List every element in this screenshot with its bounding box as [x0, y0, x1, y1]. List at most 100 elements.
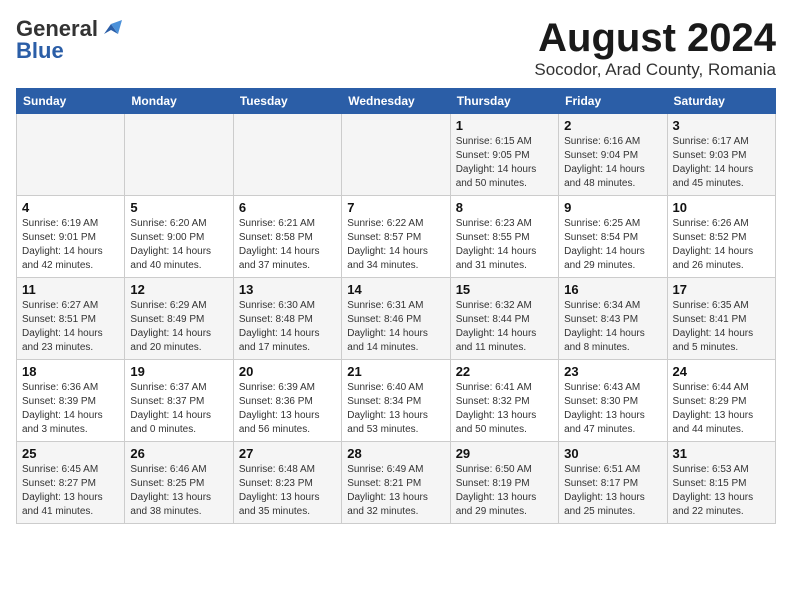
- day-info: Sunrise: 6:34 AM Sunset: 8:43 PM Dayligh…: [564, 299, 661, 355]
- day-cell: 26Sunrise: 6:46 AM Sunset: 8:25 PM Dayli…: [125, 442, 233, 524]
- day-number: 27: [239, 446, 336, 461]
- col-header-wednesday: Wednesday: [342, 89, 450, 114]
- day-info: Sunrise: 6:29 AM Sunset: 8:49 PM Dayligh…: [130, 299, 227, 355]
- day-info: Sunrise: 6:30 AM Sunset: 8:48 PM Dayligh…: [239, 299, 336, 355]
- day-cell: 16Sunrise: 6:34 AM Sunset: 8:43 PM Dayli…: [559, 278, 667, 360]
- day-info: Sunrise: 6:21 AM Sunset: 8:58 PM Dayligh…: [239, 217, 336, 273]
- col-header-sunday: Sunday: [17, 89, 125, 114]
- day-info: Sunrise: 6:17 AM Sunset: 9:03 PM Dayligh…: [673, 135, 770, 191]
- day-info: Sunrise: 6:16 AM Sunset: 9:04 PM Dayligh…: [564, 135, 661, 191]
- day-number: 25: [22, 446, 119, 461]
- day-cell: 13 Sunrise: 6:30 AM Sunset: 8:48 PM Dayli…: [233, 278, 341, 360]
- day-info: Sunrise: 6:26 AM Sunset: 8:52 PM Dayligh…: [673, 217, 770, 273]
- day-number: 30: [564, 446, 661, 461]
- day-number: 10: [673, 200, 770, 215]
- day-number: 17: [673, 282, 770, 297]
- day-info: Sunrise: 6:31 AM Sunset: 8:46 PM Dayligh…: [347, 299, 444, 355]
- day-number: 6: [239, 200, 336, 215]
- day-number: 24: [673, 364, 770, 379]
- day-cell: 2Sunrise: 6:16 AM Sunset: 9:04 PM Daylig…: [559, 114, 667, 196]
- day-cell: 8 Sunrise: 6:23 AM Sunset: 8:55 PM Daylig…: [450, 196, 558, 278]
- logo-blue: Blue: [16, 38, 64, 64]
- day-cell: 22Sunrise: 6:41 AM Sunset: 8:32 PM Dayli…: [450, 360, 558, 442]
- week-row-4: 18Sunrise: 6:36 AM Sunset: 8:39 PM Dayli…: [17, 360, 776, 442]
- day-info: Sunrise: 6:19 AM Sunset: 9:01 PM Dayligh…: [22, 217, 119, 273]
- day-info: Sunrise: 6:45 AM Sunset: 8:27 PM Dayligh…: [22, 463, 119, 519]
- day-cell: 11 Sunrise: 6:27 AM Sunset: 8:51 PM Dayli…: [17, 278, 125, 360]
- day-info: Sunrise: 6:51 AM Sunset: 8:17 PM Dayligh…: [564, 463, 661, 519]
- main-title: August 2024: [534, 16, 776, 60]
- day-cell: 30 Sunrise: 6:51 AM Sunset: 8:17 PM Dayli…: [559, 442, 667, 524]
- day-cell: 5 Sunrise: 6:20 AM Sunset: 9:00 PM Daylig…: [125, 196, 233, 278]
- day-info: Sunrise: 6:25 AM Sunset: 8:54 PM Dayligh…: [564, 217, 661, 273]
- day-cell: 1 Sunrise: 6:15 AM Sunset: 9:05 PM Daylig…: [450, 114, 558, 196]
- day-number: 11: [22, 282, 119, 297]
- title-area: August 2024 Socodor, Arad County, Romani…: [534, 16, 776, 80]
- day-info: Sunrise: 6:49 AM Sunset: 8:21 PM Dayligh…: [347, 463, 444, 519]
- day-cell: [17, 114, 125, 196]
- day-info: Sunrise: 6:44 AM Sunset: 8:29 PM Dayligh…: [673, 381, 770, 437]
- col-header-friday: Friday: [559, 89, 667, 114]
- day-number: 12: [130, 282, 227, 297]
- day-cell: 6 Sunrise: 6:21 AM Sunset: 8:58 PM Daylig…: [233, 196, 341, 278]
- day-info: Sunrise: 6:22 AM Sunset: 8:57 PM Dayligh…: [347, 217, 444, 273]
- logo-bird-icon: [100, 20, 122, 38]
- day-info: Sunrise: 6:53 AM Sunset: 8:15 PM Dayligh…: [673, 463, 770, 519]
- day-cell: 12 Sunrise: 6:29 AM Sunset: 8:49 PM Dayli…: [125, 278, 233, 360]
- day-info: Sunrise: 6:43 AM Sunset: 8:30 PM Dayligh…: [564, 381, 661, 437]
- day-info: Sunrise: 6:27 AM Sunset: 8:51 PM Dayligh…: [22, 299, 119, 355]
- day-number: 15: [456, 282, 553, 297]
- day-number: 26: [130, 446, 227, 461]
- day-cell: 9Sunrise: 6:25 AM Sunset: 8:54 PM Daylig…: [559, 196, 667, 278]
- week-row-5: 25 Sunrise: 6:45 AM Sunset: 8:27 PM Dayli…: [17, 442, 776, 524]
- subtitle: Socodor, Arad County, Romania: [534, 60, 776, 80]
- day-number: 8: [456, 200, 553, 215]
- day-number: 29: [456, 446, 553, 461]
- day-number: 5: [130, 200, 227, 215]
- day-info: Sunrise: 6:48 AM Sunset: 8:23 PM Dayligh…: [239, 463, 336, 519]
- day-number: 18: [22, 364, 119, 379]
- day-info: Sunrise: 6:50 AM Sunset: 8:19 PM Dayligh…: [456, 463, 553, 519]
- day-cell: 3 Sunrise: 6:17 AM Sunset: 9:03 PM Daylig…: [667, 114, 775, 196]
- week-row-2: 4Sunrise: 6:19 AM Sunset: 9:01 PM Daylig…: [17, 196, 776, 278]
- col-header-tuesday: Tuesday: [233, 89, 341, 114]
- day-cell: 20Sunrise: 6:39 AM Sunset: 8:36 PM Dayli…: [233, 360, 341, 442]
- col-header-thursday: Thursday: [450, 89, 558, 114]
- week-row-1: 1 Sunrise: 6:15 AM Sunset: 9:05 PM Daylig…: [17, 114, 776, 196]
- day-info: Sunrise: 6:41 AM Sunset: 8:32 PM Dayligh…: [456, 381, 553, 437]
- day-number: 19: [130, 364, 227, 379]
- day-number: 20: [239, 364, 336, 379]
- day-cell: 14 Sunrise: 6:31 AM Sunset: 8:46 PM Dayli…: [342, 278, 450, 360]
- day-number: 1: [456, 118, 553, 133]
- col-header-saturday: Saturday: [667, 89, 775, 114]
- week-row-3: 11 Sunrise: 6:27 AM Sunset: 8:51 PM Dayli…: [17, 278, 776, 360]
- day-cell: 27 Sunrise: 6:48 AM Sunset: 8:23 PM Dayli…: [233, 442, 341, 524]
- day-cell: 21Sunrise: 6:40 AM Sunset: 8:34 PM Dayli…: [342, 360, 450, 442]
- day-number: 23: [564, 364, 661, 379]
- logo: General Blue: [16, 16, 122, 64]
- day-number: 7: [347, 200, 444, 215]
- calendar-header-row: SundayMondayTuesdayWednesdayThursdayFrid…: [17, 89, 776, 114]
- day-info: Sunrise: 6:23 AM Sunset: 8:55 PM Dayligh…: [456, 217, 553, 273]
- day-cell: 23 Sunrise: 6:43 AM Sunset: 8:30 PM Dayli…: [559, 360, 667, 442]
- day-cell: 7 Sunrise: 6:22 AM Sunset: 8:57 PM Daylig…: [342, 196, 450, 278]
- day-cell: 15 Sunrise: 6:32 AM Sunset: 8:44 PM Dayli…: [450, 278, 558, 360]
- day-cell: [233, 114, 341, 196]
- day-cell: 19 Sunrise: 6:37 AM Sunset: 8:37 PM Dayli…: [125, 360, 233, 442]
- day-cell: 10 Sunrise: 6:26 AM Sunset: 8:52 PM Dayli…: [667, 196, 775, 278]
- day-number: 3: [673, 118, 770, 133]
- day-info: Sunrise: 6:20 AM Sunset: 9:00 PM Dayligh…: [130, 217, 227, 273]
- day-cell: 17Sunrise: 6:35 AM Sunset: 8:41 PM Dayli…: [667, 278, 775, 360]
- day-cell: 4Sunrise: 6:19 AM Sunset: 9:01 PM Daylig…: [17, 196, 125, 278]
- day-number: 31: [673, 446, 770, 461]
- day-number: 13: [239, 282, 336, 297]
- day-info: Sunrise: 6:32 AM Sunset: 8:44 PM Dayligh…: [456, 299, 553, 355]
- day-cell: 18Sunrise: 6:36 AM Sunset: 8:39 PM Dayli…: [17, 360, 125, 442]
- day-number: 14: [347, 282, 444, 297]
- day-cell: 25 Sunrise: 6:45 AM Sunset: 8:27 PM Dayli…: [17, 442, 125, 524]
- day-cell: 31 Sunrise: 6:53 AM Sunset: 8:15 PM Dayli…: [667, 442, 775, 524]
- day-cell: [125, 114, 233, 196]
- day-info: Sunrise: 6:15 AM Sunset: 9:05 PM Dayligh…: [456, 135, 553, 191]
- header: General Blue August 2024 Socodor, Arad C…: [16, 16, 776, 80]
- day-info: Sunrise: 6:37 AM Sunset: 8:37 PM Dayligh…: [130, 381, 227, 437]
